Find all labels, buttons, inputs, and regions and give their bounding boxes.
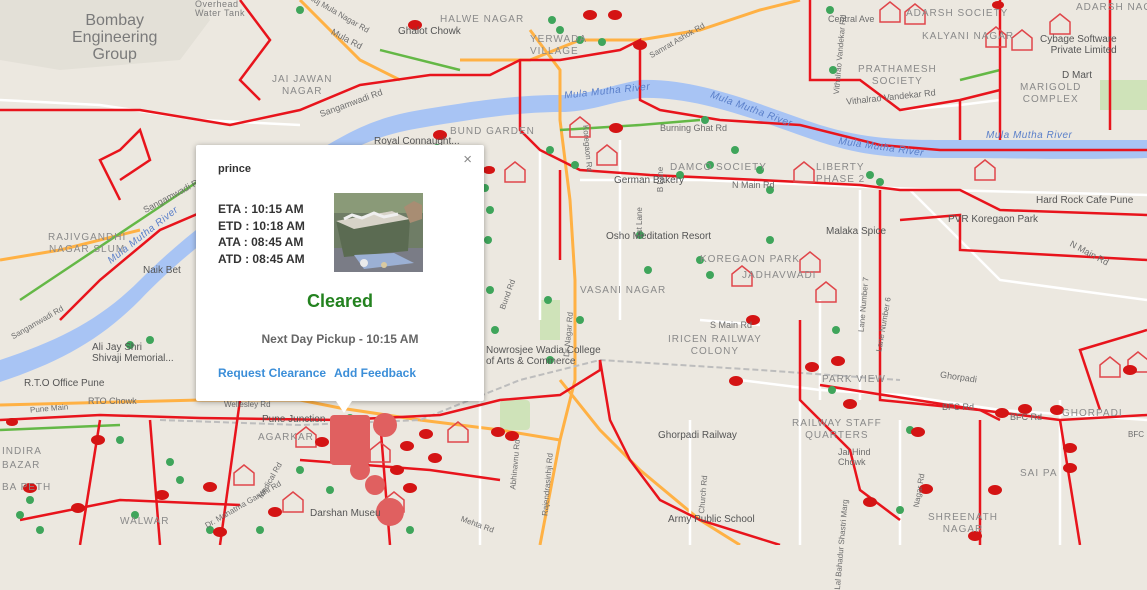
label-adarsh-nagar: ADARSH NAGAR bbox=[1076, 2, 1147, 13]
info-popup: × prince ETA : 10:15 AM ETD : 10:18 AM A… bbox=[196, 145, 484, 413]
label-ghalot: Ghalot Chowk bbox=[398, 26, 461, 37]
label-b-lane: B Lane bbox=[656, 166, 666, 193]
popup-title: prince bbox=[218, 163, 252, 175]
label-osho: Osho Meditation Resort bbox=[606, 231, 712, 242]
label-prathamesh: PRATHAMESH SOCIETY bbox=[858, 64, 937, 87]
label-halwe: HALWE NAGAR bbox=[440, 14, 525, 25]
label-sreenath: SHREENATH NAGAR bbox=[928, 512, 998, 535]
label-kalyani: KALYANI NAGAR bbox=[922, 31, 1015, 42]
label-n-main: N Main Rd bbox=[732, 180, 775, 190]
label-irican: IRICEN RAILWAY COLONY bbox=[668, 334, 762, 357]
bin-photo bbox=[334, 193, 423, 272]
label-german: German Bakery bbox=[614, 175, 685, 186]
label-agarkar: AGARKAR bbox=[258, 432, 314, 443]
label-park-view: PARK VIEW bbox=[822, 374, 886, 385]
label-koregaon-park: KOREGAON PARK bbox=[700, 254, 801, 265]
label-ghorpadi-rly: Ghorpadi Railway bbox=[658, 430, 737, 441]
label-central-ave: Central Ave bbox=[828, 14, 875, 24]
label-rto-chowk: RTO Chowk bbox=[88, 396, 137, 406]
label-bund: BUND GARDEN bbox=[450, 126, 535, 137]
label-pvr: PVR Koregaon Park bbox=[948, 214, 1039, 225]
label-bazar: BAZAR bbox=[2, 460, 41, 471]
label-shivaji: Ali Jay Shri Shivaji Memorial... bbox=[92, 342, 174, 364]
label-jai-hind: Jai Hind Chowk bbox=[838, 447, 871, 467]
label-overhead: Overhead Water Tank bbox=[195, 0, 246, 18]
ata-text: ATA : 08:45 AM bbox=[218, 235, 304, 249]
label-rto: R.T.O Office Pune bbox=[24, 378, 105, 389]
label-adarsh-soc: ADARSH SOCIETY bbox=[906, 8, 1009, 19]
label-s-main: S Main Rd bbox=[710, 320, 753, 330]
status-text: Cleared bbox=[306, 291, 374, 311]
close-icon[interactable]: × bbox=[463, 151, 472, 168]
label-dmart: D Mart bbox=[1062, 70, 1092, 81]
label-sai-pa: SAI PA bbox=[1020, 468, 1058, 479]
label-railway-staff: RAILWAY STAFF QUARTERS bbox=[792, 418, 882, 441]
label-ghorpadi: GHORPADI bbox=[1062, 408, 1123, 419]
label-wadia: Nowrosjee Wadia College of Arts & Commer… bbox=[486, 345, 601, 367]
label-pune-junction: Pune Junction bbox=[262, 414, 326, 425]
add-feedback-link[interactable]: Add Feedback bbox=[334, 366, 416, 380]
next-pickup-text: Next Day Pickup - 10:15 AM bbox=[261, 332, 419, 346]
label-army-school: Army Public School bbox=[668, 514, 755, 525]
label-marigold: MARIGOLD COMPLEX bbox=[1020, 82, 1082, 105]
label-burning-ghat: Burning Ghat Rd bbox=[660, 123, 728, 133]
label-wellesley: Wellesley Rd bbox=[224, 400, 271, 409]
request-clearance-link[interactable]: Request Clearance bbox=[218, 366, 326, 380]
label-vasani: VASANI NAGAR bbox=[580, 285, 667, 296]
label-indira: INDIRA bbox=[2, 446, 42, 457]
label-darshan: Darshan Museu bbox=[310, 508, 381, 519]
label-bombay-eng: Bombay Engineering Group bbox=[72, 12, 158, 63]
time-details: ETA : 10:15 AM ETD : 10:18 AM ATA : 08:4… bbox=[218, 201, 305, 267]
label-mula-mutha-4: Mula Mutha River bbox=[986, 130, 1073, 141]
label-liberty: LIBERTY PHASE 2 bbox=[816, 162, 866, 185]
label-jadhav: JADHAVWADI bbox=[742, 270, 817, 281]
label-bfc-3: BFC bbox=[1128, 430, 1144, 439]
label-damco: DAMCO SOCIETY bbox=[670, 162, 767, 173]
label-1st-lane: 1st Lane bbox=[634, 207, 644, 238]
label-bfc-2: BFC Rd bbox=[1010, 412, 1043, 422]
label-yerwada: YERWADA VILLAGE bbox=[530, 34, 588, 57]
label-bfc: BFC Rd bbox=[942, 402, 975, 412]
label-naik-bet: Naik Bet bbox=[143, 265, 181, 276]
label-cybage: Cybage Software Private Limited bbox=[1040, 34, 1117, 56]
atd-text: ATD : 08:45 AM bbox=[218, 251, 305, 266]
label-jai-jawan: JAI JAWAN NAGAR bbox=[272, 74, 333, 97]
etd-text: ETD : 10:18 AM bbox=[218, 218, 305, 233]
label-malaka: Malaka Spice bbox=[826, 226, 887, 237]
label-hard-rock: Hard Rock Cafe Pune bbox=[1036, 195, 1134, 206]
label-walwar: WALWAR bbox=[120, 516, 170, 527]
label-pachh: BA PETH bbox=[2, 482, 52, 493]
eta-text: ETA : 10:15 AM bbox=[218, 202, 304, 216]
